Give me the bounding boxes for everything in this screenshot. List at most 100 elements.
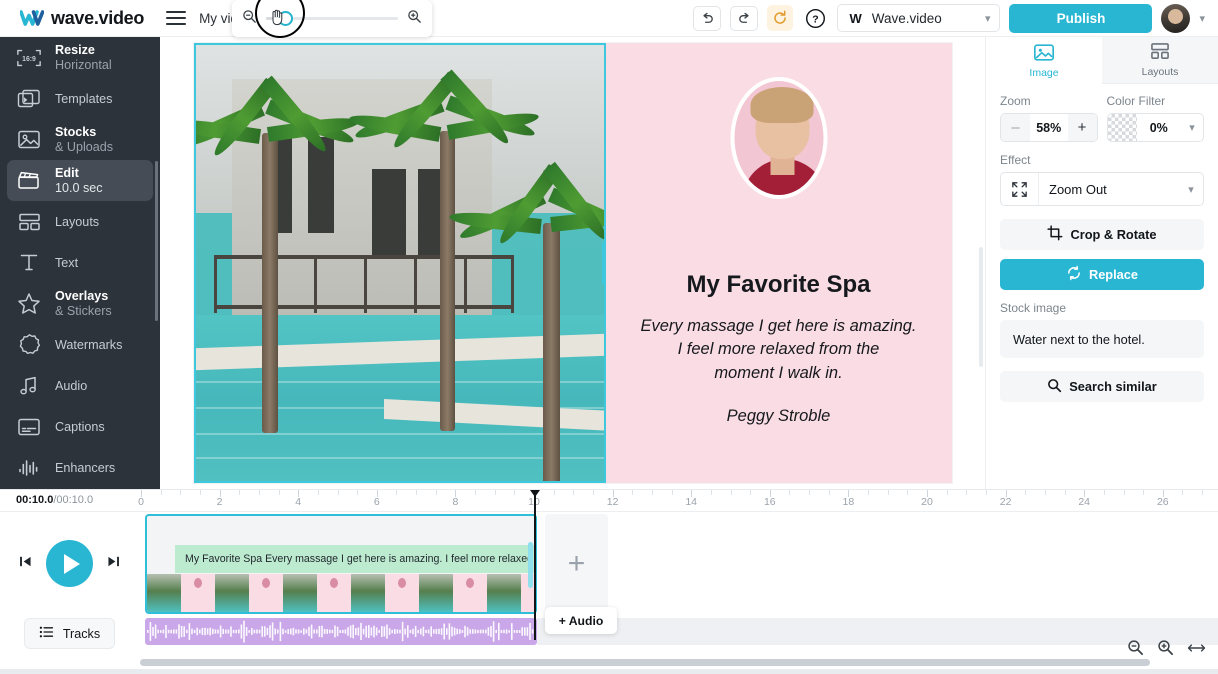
ruler-tick-minor (868, 490, 870, 495)
ruler-tick-minor (1123, 490, 1125, 495)
skip-back-icon[interactable] (18, 554, 33, 574)
menu-icon[interactable] (166, 11, 187, 25)
properties-panel: Image Layouts Zoom – 58% + Color Filter … (985, 37, 1218, 489)
redo-button[interactable] (730, 5, 759, 31)
ruler-tick-minor (494, 490, 496, 495)
ruler-tick-minor (475, 490, 477, 495)
quote-line: Every massage I get here is amazing. (640, 317, 917, 335)
avatar-photo[interactable] (730, 77, 827, 199)
reload-icon[interactable] (767, 5, 794, 31)
sidebar-item-stocks[interactable]: Stocks & Uploads (7, 119, 153, 160)
timeline-ruler[interactable]: 00:10.0/00:10.0 02468101214161820222426 (0, 490, 1218, 512)
clip-trim-handle[interactable] (528, 542, 533, 588)
canvas-image-element[interactable] (193, 43, 606, 483)
selection-resize-handle[interactable] (601, 241, 606, 285)
help-icon[interactable]: ? (802, 5, 828, 31)
ruler-tick-minor (435, 490, 437, 495)
stage-scrollbar[interactable] (979, 247, 983, 367)
replace-button[interactable]: Replace (1000, 259, 1204, 290)
zoom-in-icon[interactable] (1157, 639, 1174, 656)
video-canvas[interactable]: My Favorite Spa Every massage I get here… (193, 43, 952, 483)
sidebar-item-label: Resize (55, 42, 95, 57)
left-sidebar: 16:9 Resize Horizontal Templates Stocks … (0, 37, 160, 489)
image-icon (1033, 43, 1055, 65)
ruler-tick-minor (199, 490, 201, 495)
ruler-tick-minor (396, 490, 398, 495)
sidebar-item-audio[interactable]: Audio (7, 365, 153, 406)
scrollbar-thumb[interactable] (140, 659, 1150, 666)
skip-forward-icon[interactable] (106, 554, 121, 574)
color-filter-select[interactable]: 0% ▾ (1106, 113, 1204, 142)
zoom-out-icon[interactable] (1127, 639, 1144, 656)
star-icon (16, 291, 42, 317)
undo-button[interactable] (693, 5, 722, 31)
ruler-tick-minor (592, 490, 594, 495)
zoom-out-icon[interactable] (242, 9, 257, 29)
canvas-text-panel[interactable]: My Favorite Spa Every massage I get here… (605, 43, 952, 483)
sidebar-item-layouts[interactable]: Layouts (7, 201, 153, 242)
ruler-tick-label: 26 (1156, 496, 1169, 508)
ruler-tick-minor (514, 490, 516, 495)
publish-button[interactable]: Publish (1009, 3, 1153, 33)
zoom-value[interactable]: 58% (1030, 114, 1068, 141)
add-audio-button[interactable]: + Audio (545, 607, 617, 634)
ruler-tick-label: 16 (763, 496, 776, 508)
zoom-increase-button[interactable]: + (1067, 114, 1097, 141)
stock-image-caption: Stock image (1000, 301, 1067, 315)
color-filter-label: Color Filter (1106, 94, 1166, 108)
sidebar-item-label: Templates (55, 91, 113, 106)
zoom-decrease-button[interactable]: – (1001, 114, 1030, 141)
add-clip-button[interactable]: + (545, 514, 608, 614)
zoom-in-icon[interactable] (407, 9, 422, 29)
search-icon (1047, 378, 1062, 396)
music-note-icon (16, 373, 42, 399)
clip-text-layer[interactable]: My Favorite Spa Every massage I get here… (175, 545, 535, 573)
account-chevron-down-icon[interactable]: ▾ (1199, 12, 1205, 25)
timecode-total: /00:10.0 (53, 494, 94, 506)
quote-line: I feel more relaxed from the (677, 340, 880, 359)
canvas-author[interactable]: Peggy Stroble (606, 407, 952, 426)
sidebar-scrollbar[interactable] (155, 161, 158, 321)
brand-logo[interactable]: wave.video (0, 8, 144, 29)
sidebar-item-captions[interactable]: Captions (7, 406, 153, 447)
ruler-tick-label: 12 (606, 496, 619, 508)
ruler-tick-minor (789, 490, 791, 495)
sidebar-item-enhancers[interactable]: Enhancers (7, 447, 153, 488)
sidebar-item-resize[interactable]: 16:9 Resize Horizontal (7, 37, 153, 78)
sidebar-item-label: Enhancers (55, 460, 116, 475)
sidebar-item-watermarks[interactable]: Watermarks (7, 324, 153, 365)
video-clip[interactable]: My Favorite Spa Every massage I get here… (145, 514, 537, 614)
canvas-quote[interactable]: Every massage I get here is amazing. I f… (606, 315, 952, 385)
ruler-tick-minor (966, 490, 968, 495)
effect-value: Zoom Out (1049, 181, 1107, 197)
timeline-horizontal-scrollbar[interactable] (0, 659, 1218, 668)
play-icon (64, 553, 80, 574)
search-similar-button[interactable]: Search similar (1000, 371, 1204, 402)
transport-controls (18, 540, 121, 587)
tab-image[interactable]: Image (986, 37, 1102, 84)
sidebar-item-sublabel: & Stickers (55, 303, 112, 318)
ruler-tick-minor (357, 490, 359, 495)
play-button[interactable] (46, 540, 93, 587)
effect-select[interactable]: Zoom Out ▾ (1000, 172, 1204, 206)
canvas-title[interactable]: My Favorite Spa (606, 271, 952, 299)
sidebar-item-edit[interactable]: Edit 10.0 sec (7, 160, 153, 201)
sidebar-item-templates[interactable]: Templates (7, 78, 153, 119)
pool-photo (193, 43, 606, 483)
crop-rotate-button[interactable]: Crop & Rotate (1000, 219, 1204, 250)
fit-width-icon[interactable] (1187, 641, 1206, 655)
audio-track[interactable] (145, 618, 537, 645)
tab-layouts[interactable]: Layouts (1102, 37, 1218, 84)
sidebar-item-overlays[interactable]: Overlays & Stickers (7, 283, 153, 324)
workspace-selector[interactable]: W Wave.video ▾ (837, 4, 1001, 32)
playhead[interactable] (530, 490, 539, 640)
tracks-button[interactable]: Tracks (24, 618, 115, 649)
effect-label: Effect (1000, 153, 1031, 167)
ruler-tick-minor (730, 490, 732, 495)
grab-hand-cursor-icon (269, 8, 286, 26)
sidebar-item-text[interactable]: Text (7, 242, 153, 283)
timecode-current: 00:10.0 (16, 494, 54, 506)
avatar[interactable] (1161, 3, 1191, 33)
sidebar-item-label: Stocks (55, 124, 97, 139)
waveform-icon (147, 620, 536, 643)
